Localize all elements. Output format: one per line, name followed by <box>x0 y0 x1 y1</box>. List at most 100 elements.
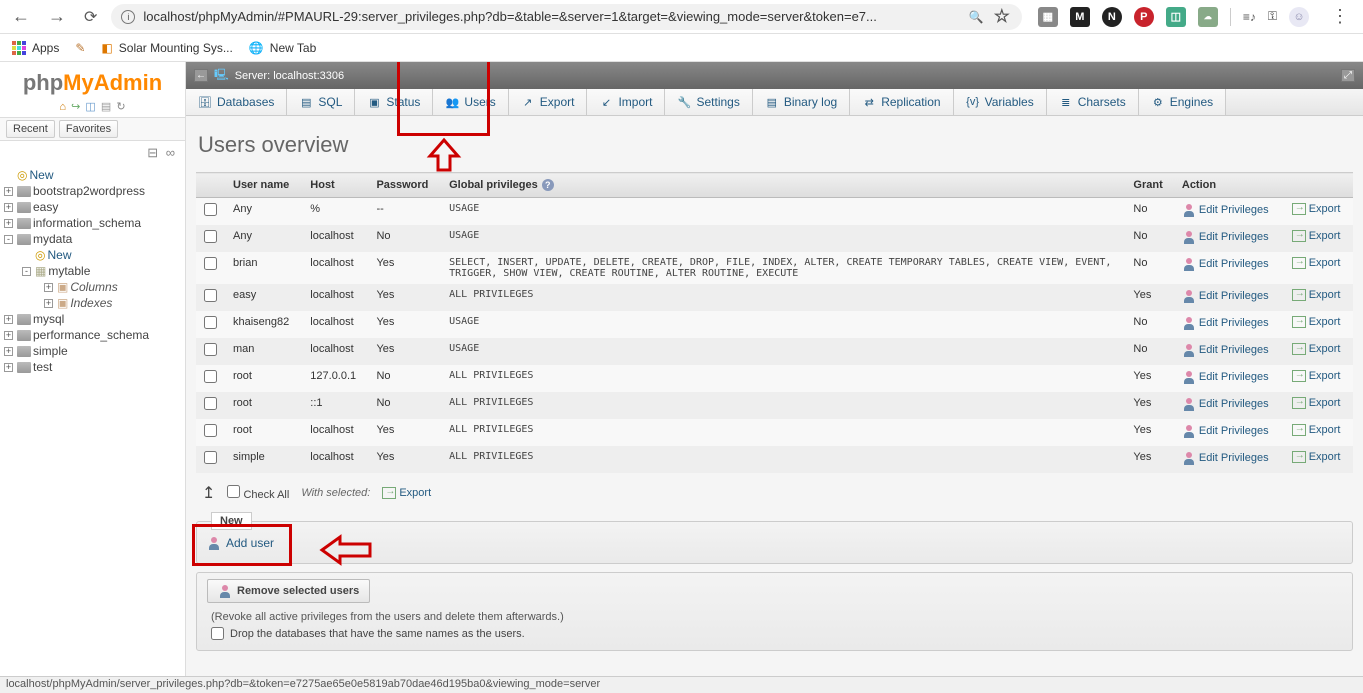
row-checkbox[interactable] <box>204 424 217 437</box>
export-user-link[interactable]: Export <box>1292 230 1341 242</box>
pinterest-icon[interactable]: P <box>1134 7 1154 27</box>
tab-binary-log[interactable]: ▤Binary log <box>753 89 850 115</box>
tree-item[interactable]: + simple <box>0 343 185 359</box>
export-user-link[interactable]: Export <box>1292 289 1341 301</box>
expander-icon[interactable]: - <box>4 235 13 244</box>
apps-button[interactable]: Apps <box>12 41 59 55</box>
tab-sql[interactable]: ▤SQL <box>287 89 355 115</box>
check-all[interactable]: Check All <box>227 485 289 501</box>
omnibox[interactable]: i localhost/phpMyAdmin/#PMAURL-29:server… <box>111 4 1021 30</box>
tree-item[interactable]: + mysql <box>0 311 185 327</box>
site-info-icon[interactable]: i <box>121 10 135 24</box>
tree-item[interactable]: +▣ Columns <box>0 279 185 295</box>
export-user-link[interactable]: Export <box>1292 370 1341 382</box>
row-checkbox[interactable] <box>204 203 217 216</box>
ext-icon-1[interactable]: ▦ <box>1038 7 1058 27</box>
edit-privileges-link[interactable]: Edit Privileges <box>1182 257 1269 271</box>
zoom-icon[interactable]: 🔍 <box>969 10 984 24</box>
tab-replication[interactable]: ⇄Replication <box>850 89 953 115</box>
export-user-link[interactable]: Export <box>1292 257 1341 269</box>
tab-status[interactable]: ▣Status <box>355 89 433 115</box>
expander-icon[interactable]: + <box>4 347 13 356</box>
expander-icon[interactable]: + <box>44 299 53 308</box>
expander-icon[interactable]: + <box>4 219 13 228</box>
tab-variables[interactable]: {v}Variables <box>954 89 1047 115</box>
edit-privileges-link[interactable]: Edit Privileges <box>1182 343 1269 357</box>
row-checkbox[interactable] <box>204 370 217 383</box>
th-password[interactable]: Password <box>368 173 441 198</box>
row-checkbox[interactable] <box>204 451 217 464</box>
row-checkbox[interactable] <box>204 257 217 270</box>
expander-icon[interactable]: - <box>22 267 31 276</box>
expander-icon[interactable]: + <box>44 283 53 292</box>
tree-item[interactable]: + test <box>0 359 185 375</box>
phpmyadmin-logo[interactable]: phpMyAdmin <box>0 62 185 98</box>
export-user-link[interactable]: Export <box>1292 316 1341 328</box>
chrome-menu-icon[interactable]: ⋮ <box>1325 6 1355 27</box>
home-icon[interactable]: ⌂ <box>59 101 66 113</box>
tree-item[interactable]: ◎ New <box>0 247 185 263</box>
row-checkbox[interactable] <box>204 343 217 356</box>
ext-icon-key[interactable]: ⚿ <box>1268 9 1277 24</box>
reload-button[interactable]: ⟳ <box>80 7 101 27</box>
edit-privileges-link[interactable]: Edit Privileges <box>1182 230 1269 244</box>
ext-icon-n[interactable]: N <box>1102 7 1122 27</box>
row-checkbox[interactable] <box>204 316 217 329</box>
logout-icon[interactable]: ↪ <box>71 101 80 113</box>
edit-privileges-link[interactable]: Edit Privileges <box>1182 289 1269 303</box>
check-all-checkbox[interactable] <box>227 485 240 498</box>
expander-icon[interactable]: + <box>4 331 13 340</box>
export-user-link[interactable]: Export <box>1292 203 1341 215</box>
collapse-tree-icon[interactable]: ⊟ <box>147 145 158 160</box>
tab-engines[interactable]: ⚙Engines <box>1139 89 1226 115</box>
tree-item[interactable]: + bootstrap2wordpress <box>0 183 185 199</box>
expander-icon[interactable]: + <box>4 363 13 372</box>
export-user-link[interactable]: Export <box>1292 424 1341 436</box>
help-icon[interactable]: ? <box>542 179 554 191</box>
back-button[interactable]: ← <box>8 6 34 27</box>
profile-avatar[interactable]: ☺ <box>1289 7 1309 27</box>
row-checkbox[interactable] <box>204 397 217 410</box>
remove-selected-button[interactable]: Remove selected users <box>207 579 370 603</box>
ext-icon-music[interactable]: ≡♪ <box>1243 10 1256 24</box>
drop-db-checkbox[interactable] <box>211 627 224 640</box>
edit-privileges-link[interactable]: Edit Privileges <box>1182 316 1269 330</box>
tab-import[interactable]: ↙Import <box>587 89 665 115</box>
bookmark-star-icon[interactable]: ☆ <box>992 7 1012 27</box>
collapse-sidebar-button[interactable]: ← <box>194 69 208 82</box>
expander-icon[interactable]: + <box>4 315 13 324</box>
ext-icon-cloud[interactable]: ☁ <box>1198 7 1218 27</box>
th-host[interactable]: Host <box>302 173 368 198</box>
tab-users[interactable]: 👥Users <box>433 89 508 115</box>
row-checkbox[interactable] <box>204 289 217 302</box>
th-user[interactable]: User name <box>225 173 302 198</box>
edit-privileges-link[interactable]: Edit Privileges <box>1182 370 1269 384</box>
docs-icon[interactable]: ◫ <box>85 101 95 113</box>
export-user-link[interactable]: Export <box>1292 397 1341 409</box>
tree-item[interactable]: - mydata <box>0 231 185 247</box>
favorites-button[interactable]: Favorites <box>59 120 118 138</box>
ext-icon-cal[interactable]: ◫ <box>1166 7 1186 27</box>
tab-databases[interactable]: 🗄Databases <box>186 89 287 115</box>
bookmark-solar[interactable]: ◧ Solar Mounting Sys... <box>101 41 232 55</box>
tab-settings[interactable]: 🔧Settings <box>665 89 752 115</box>
sql-icon[interactable]: ▤ <box>101 101 111 113</box>
row-checkbox[interactable] <box>204 230 217 243</box>
tab-charsets[interactable]: ≣Charsets <box>1047 89 1139 115</box>
recent-button[interactable]: Recent <box>6 120 55 138</box>
tab-export[interactable]: ↗Export <box>509 89 588 115</box>
expander-icon[interactable]: + <box>4 203 13 212</box>
tree-item[interactable]: ◎ New <box>0 167 185 183</box>
edit-privileges-link[interactable]: Edit Privileges <box>1182 397 1269 411</box>
edit-privileges-link[interactable]: Edit Privileges <box>1182 203 1269 217</box>
th-globalpriv[interactable]: Global privileges? <box>441 173 1125 198</box>
tree-item[interactable]: +▣ Indexes <box>0 295 185 311</box>
export-user-link[interactable]: Export <box>1292 343 1341 355</box>
expand-button[interactable]: ⤢ <box>1341 69 1355 82</box>
bookmark-newtab[interactable]: 🌐 New Tab <box>249 41 316 55</box>
link-icon[interactable]: ∞ <box>166 145 175 160</box>
th-grant[interactable]: Grant <box>1125 173 1173 198</box>
add-user-link[interactable]: Add user <box>207 536 274 550</box>
export-user-link[interactable]: Export <box>1292 451 1341 463</box>
edit-privileges-link[interactable]: Edit Privileges <box>1182 451 1269 465</box>
